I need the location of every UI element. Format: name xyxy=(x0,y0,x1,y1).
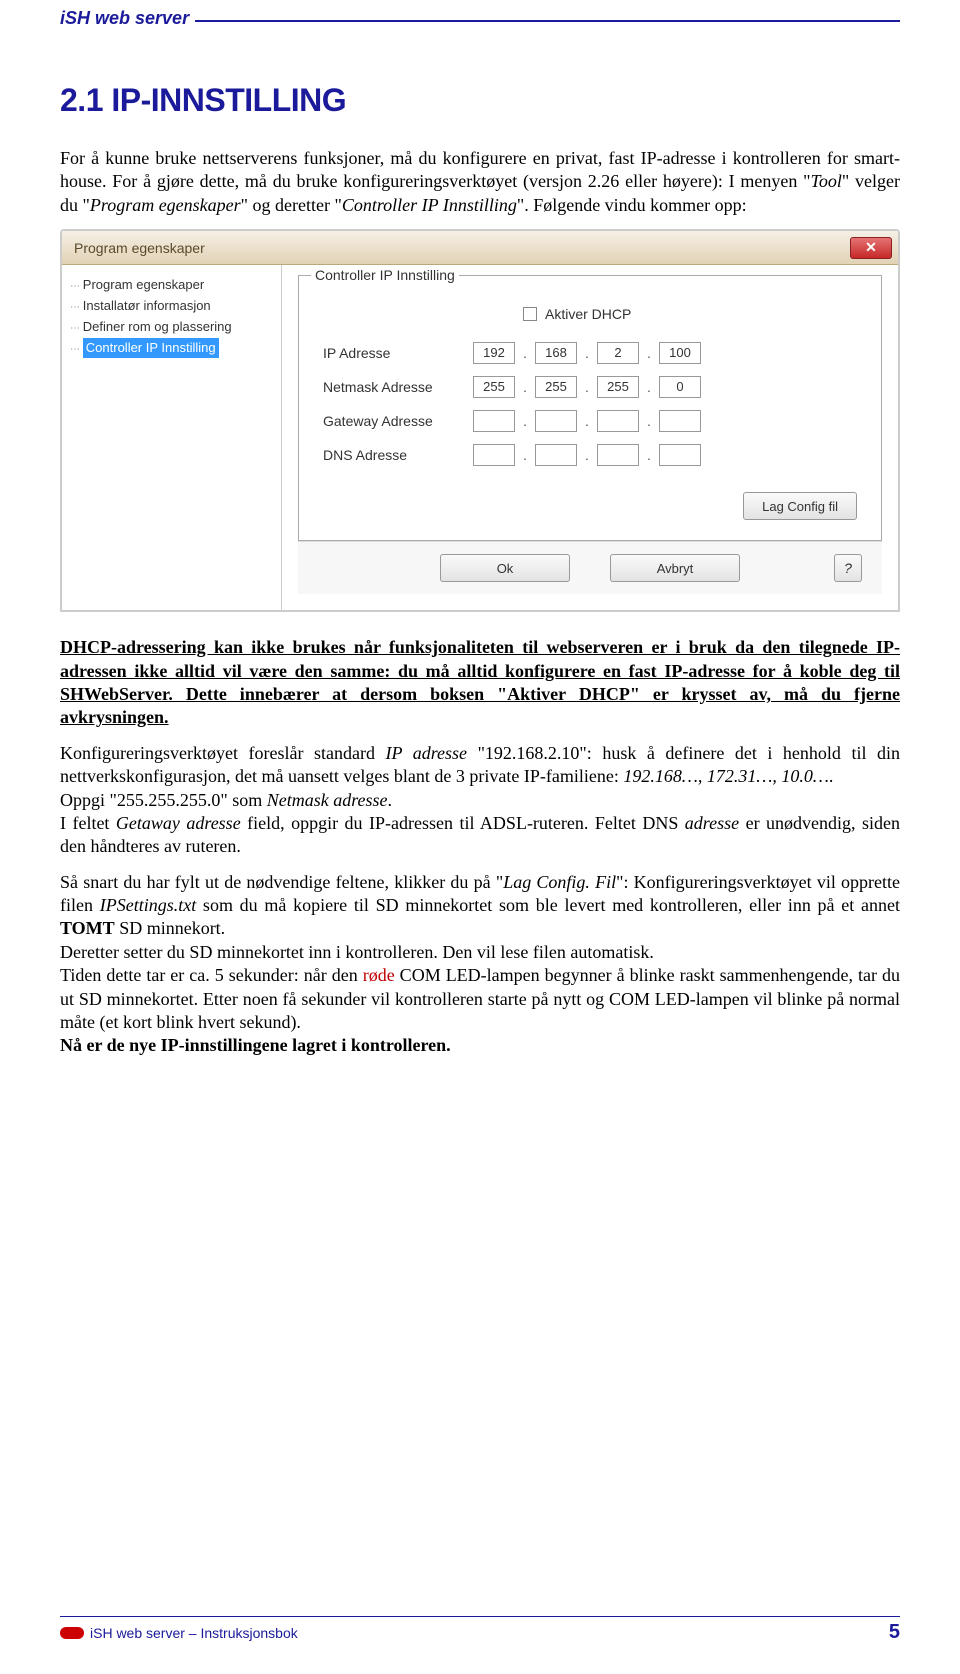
ip-octet-1[interactable]: 192 xyxy=(473,342,515,364)
fieldset-ip: Controller IP Innstilling Aktiver DHCP I… xyxy=(298,275,882,541)
section-title: 2.1 IP-INNSTILLING xyxy=(60,82,900,119)
header-label: iSH web server xyxy=(60,8,195,29)
netmask-octet-2[interactable]: 255 xyxy=(535,376,577,398)
lag-config-paragraph: Så snart du har fylt ut de nødvendige fe… xyxy=(60,871,900,1058)
dhcp-label: Aktiver DHCP xyxy=(545,306,631,322)
netmask-term: Netmask adresse xyxy=(267,790,388,810)
netmask-octet-3[interactable]: 255 xyxy=(597,376,639,398)
btn-label: Avbryt xyxy=(657,561,694,576)
text: Deretter setter du SD minnekortet inn i … xyxy=(60,942,654,962)
dialog-tree: Program egenskaper Installatør informasj… xyxy=(62,265,282,610)
text: . xyxy=(388,790,393,810)
ok-button[interactable]: Ok xyxy=(440,554,570,582)
page-footer: iSH web server – Instruksjonsbok 5 xyxy=(60,1616,900,1644)
btn-label: Ok xyxy=(497,561,514,576)
text: Så snart du har fylt ut de nødvendige fe… xyxy=(60,872,503,892)
dialog-content: Controller IP Innstilling Aktiver DHCP I… xyxy=(282,265,898,610)
red-led-text: røde xyxy=(363,965,395,985)
dialog-program-egenskaper: Program egenskaper ✕ Program egenskaper … xyxy=(60,229,900,612)
dns-octet-1[interactable] xyxy=(473,444,515,466)
text: I feltet xyxy=(60,813,116,833)
tree-label-selected: Controller IP Innstilling xyxy=(83,338,219,359)
intro-text: ". Følgende vindu kommer opp: xyxy=(517,195,747,215)
dhcp-warning: DHCP-adressering kan ikke brukes når fun… xyxy=(60,636,900,730)
tree-item-definer-rom[interactable]: Definer rom og plassering xyxy=(70,317,273,338)
tree-label: Program egenskaper xyxy=(83,277,204,292)
tree-label: Definer rom og plassering xyxy=(83,319,232,334)
menu-controller-ip: Controller IP Innstilling xyxy=(342,195,517,215)
netmask-octet-4[interactable]: 0 xyxy=(659,376,701,398)
dns-octet-4[interactable] xyxy=(659,444,701,466)
label-dns: DNS Adresse xyxy=(323,447,473,463)
btn-label: Lag Config fil xyxy=(762,499,838,514)
dialog-title: Program egenskaper xyxy=(74,240,205,256)
dhcp-checkbox[interactable] xyxy=(523,307,537,321)
tomt-emphasis: TOMT xyxy=(60,918,115,938)
page-number: 5 xyxy=(889,1621,900,1644)
text: Tiden dette tar er ca. 5 sekunder: når d… xyxy=(60,965,363,985)
close-button[interactable]: ✕ xyxy=(850,237,892,259)
ip-octet-3[interactable]: 2 xyxy=(597,342,639,364)
text: Oppgi "255.255.255.0" som xyxy=(60,790,267,810)
text: SD minnekort. xyxy=(115,918,226,938)
row-dns: DNS Adresse . . . xyxy=(323,444,857,466)
lag-config-button[interactable]: Lag Config fil xyxy=(743,492,857,520)
menu-program: Program egenskaper xyxy=(90,195,241,215)
help-icon: ? xyxy=(844,560,852,576)
tree-item-controller-ip[interactable]: Controller IP Innstilling xyxy=(70,338,273,359)
ip-octet-2[interactable]: 168 xyxy=(535,342,577,364)
ipsettings-file: IPSettings.txt xyxy=(100,895,196,915)
tree-label: Installatør informasjon xyxy=(83,298,211,313)
tree-item-program[interactable]: Program egenskaper xyxy=(70,275,273,296)
label-gateway: Gateway Adresse xyxy=(323,413,473,429)
intro-text: For å gjøre dette, må du bruke konfigure… xyxy=(112,171,810,191)
label-netmask: Netmask Adresse xyxy=(323,379,473,395)
gateway-octet-3[interactable] xyxy=(597,410,639,432)
row-netmask: Netmask Adresse 255. 255. 255. 0 xyxy=(323,376,857,398)
text: som du må kopiere til SD minnekortet som… xyxy=(196,895,900,915)
footer-text: iSH web server – Instruksjonsbok xyxy=(90,1625,298,1641)
dns-octet-2[interactable] xyxy=(535,444,577,466)
page-header: iSH web server xyxy=(60,20,900,22)
gateway-octet-2[interactable] xyxy=(535,410,577,432)
saved-confirmation: Nå er de nye IP-innstillingene lagret i … xyxy=(60,1035,451,1055)
cancel-button[interactable]: Avbryt xyxy=(610,554,740,582)
ip-suggestion-paragraph: Konfigureringsverktøyet foreslår standar… xyxy=(60,742,900,859)
dns-octet-3[interactable] xyxy=(597,444,639,466)
text: . xyxy=(829,766,834,786)
ip-families: 192.168…, 172.31…, 10.0… xyxy=(623,766,829,786)
gateway-octet-4[interactable] xyxy=(659,410,701,432)
fieldset-legend: Controller IP Innstilling xyxy=(311,267,459,283)
menu-tool: Tool xyxy=(811,171,842,191)
dialog-footer: Ok Avbryt ? xyxy=(298,541,882,594)
gateway-term: Getaway adresse xyxy=(116,813,241,833)
footer-logo-icon xyxy=(60,1627,84,1639)
text: field, oppgir du IP-adressen til ADSL-ru… xyxy=(241,813,685,833)
row-gateway: Gateway Adresse . . . xyxy=(323,410,857,432)
text: Konfigureringsverktøyet foreslår standar… xyxy=(60,743,386,763)
tree-item-installator[interactable]: Installatør informasjon xyxy=(70,296,273,317)
row-ip: IP Adresse 192. 168. 2. 100 xyxy=(323,342,857,364)
netmask-octet-1[interactable]: 255 xyxy=(473,376,515,398)
dns-term: adresse xyxy=(685,813,739,833)
gateway-octet-1[interactable] xyxy=(473,410,515,432)
intro-text: " og deretter " xyxy=(241,195,342,215)
lag-config-term: Lag Config. Fil xyxy=(503,872,616,892)
ip-octet-4[interactable]: 100 xyxy=(659,342,701,364)
intro-paragraph: For å kunne bruke nettserverens funksjon… xyxy=(60,147,900,217)
dialog-titlebar: Program egenskaper ✕ xyxy=(62,231,898,265)
close-icon: ✕ xyxy=(865,239,877,256)
ip-adresse-term: IP adresse xyxy=(386,743,468,763)
dhcp-row: Aktiver DHCP xyxy=(523,306,857,322)
help-button[interactable]: ? xyxy=(834,554,862,582)
label-ip: IP Adresse xyxy=(323,345,473,361)
dialog-body: Program egenskaper Installatør informasj… xyxy=(62,265,898,610)
